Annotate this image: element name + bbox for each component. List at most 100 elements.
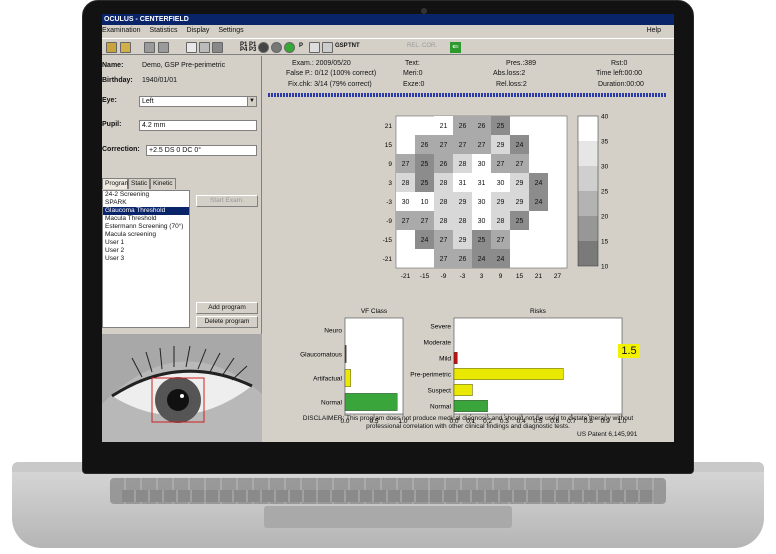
map-value: 26 (421, 142, 429, 149)
map-x-tick: -3 (460, 273, 466, 280)
menu-help[interactable]: Help (647, 25, 661, 37)
map-value: 28 (459, 161, 467, 168)
map-value: 28 (402, 180, 410, 187)
map-value: 29 (497, 142, 505, 149)
open-icon[interactable] (120, 42, 131, 53)
menu-examination[interactable]: Examination (102, 27, 141, 34)
correction-field[interactable]: +2.5 DS 0 DC 0° (146, 145, 257, 156)
map-value: 29 (516, 199, 524, 206)
print-icon[interactable] (144, 42, 155, 53)
list-item[interactable]: User 3 (103, 255, 189, 263)
laptop-keyboard-row (122, 490, 654, 502)
list-item[interactable]: Macula Threshold (103, 215, 189, 223)
tnt-button[interactable]: TNT (348, 43, 360, 49)
colorbar-band (578, 241, 598, 266)
list-item[interactable]: User 1 (103, 239, 189, 247)
progress-stripe (268, 93, 666, 97)
colorbar-tick: 40 (601, 114, 609, 121)
abs-loss-value: 2 (521, 70, 526, 77)
export-arrow-icon[interactable]: ⇐ (450, 42, 461, 53)
pres-label: Pres.: (506, 60, 525, 67)
map-value: 25 (421, 161, 429, 168)
map-value: 27 (478, 142, 486, 149)
map-value: 25 (421, 180, 429, 187)
eye-select-value: Left (142, 98, 154, 105)
patient-panel: Name: Demo, GSP Pre-perimetric Birthday:… (102, 56, 262, 442)
patent-text: US Patent 6,145,991 (577, 431, 638, 438)
map-y-tick: -15 (383, 237, 393, 244)
map-y-tick: 3 (388, 180, 392, 187)
duration-field: Duration:00:00 (598, 81, 644, 88)
psym-button[interactable]: P (299, 43, 303, 49)
pupil-field[interactable]: 4.2 mm (139, 120, 257, 131)
circle-alt-icon[interactable] (271, 42, 282, 53)
fixation-check: Fix.chk: 3/14 (79% correct) (288, 81, 372, 88)
map-value: 31 (459, 180, 467, 187)
correction-label: Correction: (102, 146, 140, 153)
app-window: OCULUS - CENTERFIELD Examination Statist… (102, 14, 674, 442)
map-y-tick: -21 (383, 256, 393, 263)
pres-field: Pres.:389 (506, 60, 536, 67)
eye-label: Eye: (102, 97, 117, 104)
menu-display[interactable]: Display (186, 27, 209, 34)
map-value: 30 (402, 199, 410, 206)
eye-icon[interactable] (322, 42, 333, 53)
map-value: 31 (478, 180, 486, 187)
folder-icon[interactable] (106, 42, 117, 53)
chevron-down-icon[interactable]: ▼ (247, 97, 256, 106)
eye-image (102, 334, 262, 442)
list-item[interactable]: User 2 (103, 247, 189, 255)
map-value: 29 (459, 199, 467, 206)
eye-select[interactable]: Left ▼ (139, 96, 257, 107)
menu-settings[interactable]: Settings (218, 27, 243, 34)
colorbar-tick: 35 (601, 139, 609, 146)
exam-date: Exam.: 2009/05/20 (292, 60, 351, 67)
tab-program[interactable]: Program (102, 178, 130, 189)
map-value: 27 (497, 161, 505, 168)
birthday-label: Birthday: (102, 77, 133, 84)
menu-statistics[interactable]: Statistics (149, 27, 177, 34)
category-label: Mild (439, 356, 451, 363)
laptop-base (12, 462, 764, 548)
exze-field: Exze:0 (403, 81, 424, 88)
map-x-tick: 27 (554, 273, 562, 280)
add-program-button[interactable]: Add program (196, 302, 258, 314)
laptop-mockup: OCULUS - CENTERFIELD Examination Statist… (0, 0, 776, 554)
wave-icon[interactable] (309, 42, 320, 53)
rst-field: Rst:0 (611, 60, 627, 67)
start-exam-button[interactable]: Start Exam. (196, 195, 258, 207)
gsp-button[interactable]: GSP (335, 43, 348, 49)
list-item[interactable]: 24-2 Screening (103, 191, 189, 199)
tab-kinetic[interactable]: Kinetic (150, 178, 176, 189)
grid-icon[interactable] (199, 42, 210, 53)
green-circle-icon[interactable] (284, 42, 295, 53)
map-value: 28 (440, 218, 448, 225)
list-item[interactable]: Estermann Screening (70°) (103, 223, 189, 231)
category-label: Normal (321, 400, 343, 407)
map-value: 24 (516, 142, 524, 149)
tab-static[interactable]: Static (128, 178, 150, 189)
map-value: 27 (497, 237, 505, 244)
rel-loss-value: 2 (522, 81, 527, 88)
list-item-selected[interactable]: Glaucoma Threshold (103, 207, 189, 215)
bar (453, 384, 473, 396)
false-positives: False P.: 0/12 (100% correct) (286, 70, 376, 77)
cor-button[interactable]: COR. (422, 43, 437, 49)
print-preview-icon[interactable] (158, 42, 169, 53)
map-value: 29 (516, 180, 524, 187)
program-list[interactable]: 24-2 Screening SPARK Glaucoma Threshold … (102, 190, 190, 328)
map-x-tick: -9 (441, 273, 447, 280)
list-item[interactable]: Macula screening (103, 231, 189, 239)
map-value: 27 (459, 142, 467, 149)
list-item[interactable]: SPARK (103, 199, 189, 207)
table-icon[interactable] (212, 42, 223, 53)
map-y-tick: -9 (386, 218, 392, 225)
circle-icon[interactable] (258, 42, 269, 53)
window-icon[interactable] (186, 42, 197, 53)
rel-button[interactable]: REL. (407, 43, 420, 49)
exam-value: 2009/05/20 (315, 60, 351, 67)
bar (344, 345, 347, 363)
delete-program-button[interactable]: Delete program (196, 316, 258, 328)
p1-p4-button[interactable]: P1 P1 P4 P3 (240, 42, 256, 53)
map-value: 27 (421, 218, 429, 225)
